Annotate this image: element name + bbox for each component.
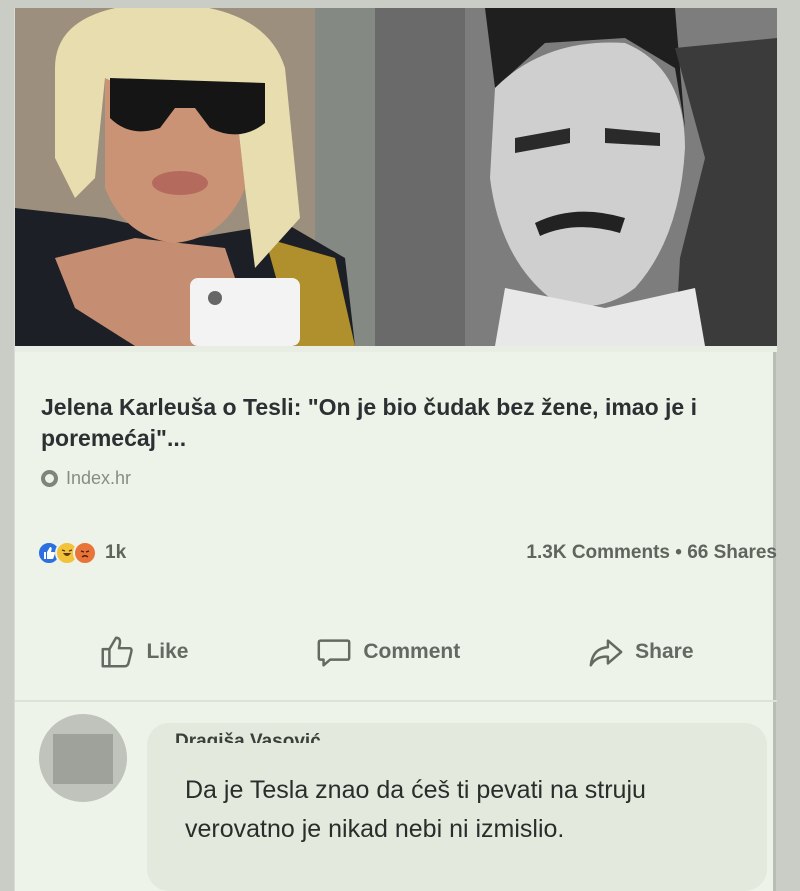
post-actions: Like Comment Share (15, 622, 777, 682)
share-label: Share (635, 640, 694, 663)
globe-icon (41, 470, 58, 487)
commenter-name[interactable]: Dragiša Vasović (175, 729, 321, 743)
comment-label: Comment (363, 640, 461, 663)
like-button[interactable]: Like (98, 633, 188, 671)
image-separator (15, 346, 777, 352)
comment-bubble-icon (317, 639, 351, 667)
share-arrow-icon (589, 639, 623, 667)
avatar-blur (53, 734, 113, 784)
share-button[interactable]: Share (587, 633, 694, 671)
comments-shares-count[interactable]: 1.3K Comments • 66 Shares (526, 542, 777, 564)
like-label: Like (146, 640, 189, 663)
thumbs-up-icon (101, 636, 134, 668)
man-photo (375, 8, 777, 346)
woman-photo (15, 8, 375, 346)
man-portrait-illustration (375, 8, 777, 346)
comment-text: Da je Tesla znao da ćeš ti pevati na str… (185, 776, 646, 843)
post-card: Jelena Karleuša o Tesli: "On je bio čuda… (14, 8, 777, 891)
link-preview-image[interactable] (15, 8, 777, 346)
source-domain: Index.hr (66, 468, 132, 488)
comment-bubble: Dragiša Vasović Da je Tesla znao da ćeš … (147, 723, 767, 891)
avatar[interactable] (39, 714, 127, 802)
comment-button[interactable]: Comment (315, 633, 460, 671)
woman-portrait-illustration (15, 8, 375, 346)
angry-reaction-icon (73, 541, 97, 565)
reactions-summary[interactable]: 1k (37, 541, 126, 565)
name-censor-bar (147, 743, 447, 759)
post-headline[interactable]: Jelena Karleuša o Tesli: "On je bio čuda… (41, 392, 741, 454)
comments-divider (15, 700, 777, 702)
source-line[interactable]: Index.hr (41, 468, 131, 489)
reaction-count: 1k (105, 542, 127, 563)
engagement-bar: 1k 1.3K Comments • 66 Shares (37, 538, 777, 568)
